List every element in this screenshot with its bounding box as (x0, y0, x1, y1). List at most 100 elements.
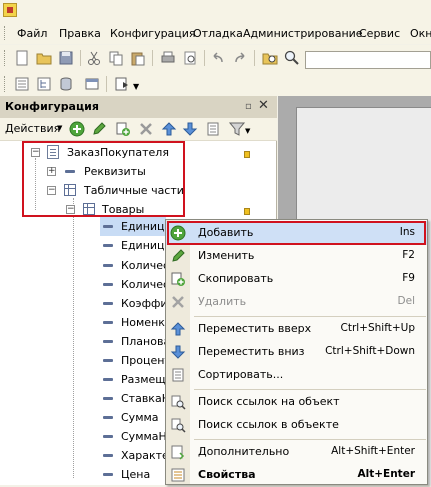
window-icon[interactable] (84, 76, 100, 92)
database-icon[interactable] (58, 76, 74, 92)
copy-icon[interactable] (115, 121, 131, 137)
tree-item-attribute[interactable]: Коэффи (100, 294, 168, 313)
menu-item-shortcut: Ctrl+Shift+Up (340, 322, 416, 334)
more-icon (171, 445, 185, 460)
tree-item-attribute[interactable]: Характе (100, 446, 169, 465)
menu-debug[interactable]: Отладка (193, 27, 243, 40)
tree-item-attribute[interactable]: Планова (100, 332, 170, 351)
pencil-icon[interactable] (91, 121, 107, 137)
tree-item-label: Планова (121, 335, 171, 348)
tree-item-attribute[interactable]: Количес (100, 275, 170, 294)
delete-icon[interactable] (138, 121, 154, 137)
tree-item-label: Единица (121, 239, 172, 252)
undo-icon[interactable] (210, 50, 226, 66)
toolbar-grip[interactable] (4, 76, 7, 92)
toolbar-separator (106, 76, 107, 92)
filter-icon[interactable] (229, 121, 245, 137)
add-icon[interactable] (69, 121, 85, 137)
panel-title: Конфигурация (5, 100, 99, 113)
menu-service[interactable]: Сервис (359, 27, 400, 40)
tree-item-attribute[interactable]: СуммаН (100, 427, 167, 446)
menu-item-delete[interactable]: Удалить Del (166, 290, 427, 314)
tree-item-label: Количес (121, 278, 170, 291)
attribute-icon (103, 378, 113, 381)
lock-icon (244, 208, 250, 215)
tree-item-attribute[interactable]: Единица (100, 236, 171, 255)
arrow-down-icon (170, 345, 186, 359)
arrow-down-icon[interactable] (182, 121, 198, 137)
tree-item-label: Коэффи (121, 297, 168, 310)
menu-file[interactable]: Файл (17, 27, 47, 40)
tree-item-attribute[interactable]: Единица (100, 217, 171, 236)
menu-item-move-up[interactable]: Переместить вверх Ctrl+Shift+Up (166, 317, 427, 341)
attribute-icon (103, 416, 113, 419)
print-icon[interactable] (160, 50, 176, 66)
pencil-icon (172, 249, 185, 262)
menu-item-sort[interactable]: Сортировать... (166, 363, 427, 387)
pin-icon[interactable]: ▫ (245, 101, 252, 112)
tree-item-attribute[interactable]: Номенк. (100, 313, 168, 332)
new-file-icon[interactable] (14, 50, 30, 66)
menu-item-edit[interactable]: Изменить F2 (166, 244, 427, 268)
sort-icon[interactable] (205, 121, 221, 137)
menu-item-properties[interactable]: Свойства Alt+Enter (166, 463, 427, 487)
title-bar (0, 0, 431, 23)
tree-item-attribute[interactable]: Цена (100, 465, 166, 484)
attribute-icon (103, 244, 113, 247)
tree-item-attribute[interactable]: Процент (100, 351, 171, 370)
actions-menu[interactable]: Действия (5, 122, 60, 135)
lock-icon (244, 151, 250, 158)
tree-item-attribute[interactable]: Количес (100, 256, 170, 275)
menu-item-label: Скопировать (198, 272, 274, 285)
menu-item-label: Свойства (198, 468, 256, 481)
close-icon[interactable]: ✕ (258, 98, 269, 113)
menu-item-copy[interactable]: Скопировать F9 (166, 267, 427, 291)
tree-item-label: Количес (121, 259, 170, 272)
cut-icon[interactable] (86, 50, 102, 66)
menu-grip[interactable] (4, 26, 7, 40)
find-in-folder-icon[interactable] (262, 50, 278, 66)
search-input[interactable] (305, 51, 431, 69)
menu-item-find-refs-to-object[interactable]: Поиск ссылок на объект (166, 390, 427, 414)
menu-edit[interactable]: Правка (59, 27, 101, 40)
run-icon[interactable] (114, 76, 130, 92)
app-logo-icon (3, 3, 17, 17)
attribute-icon (103, 454, 113, 457)
save-icon[interactable] (58, 50, 74, 66)
menu-item-shortcut: F9 (402, 272, 415, 284)
attribute-icon (103, 225, 113, 228)
menu-item-find-refs-in-object[interactable]: Поиск ссылок в объекте (166, 413, 427, 437)
tree-item-attribute[interactable]: Размещ (100, 370, 166, 389)
search-icon[interactable] (284, 50, 300, 66)
tree-item-label: Сумма (121, 411, 159, 424)
config-tree-icon[interactable] (36, 76, 52, 92)
menu-item-move-down[interactable]: Переместить вниз Ctrl+Shift+Down (166, 340, 427, 364)
menu-configuration[interactable]: Конфигурация (110, 27, 196, 40)
context-menu: Добавить Ins Изменить F2 Скопировать F9 … (165, 219, 428, 485)
tree-item-label: СуммаН (121, 430, 167, 443)
find-refs-icon (171, 395, 186, 410)
attribute-icon (103, 397, 113, 400)
menu-window[interactable]: Окн (410, 27, 431, 40)
paste-icon[interactable] (130, 50, 146, 66)
configuration-toolbar: ▼ (0, 71, 431, 96)
menu-administration[interactable]: Администрирование (243, 27, 363, 40)
menu-item-shortcut: F2 (402, 249, 415, 261)
config-window-icon[interactable] (14, 76, 30, 92)
open-folder-icon[interactable] (36, 50, 52, 66)
tree-item-label: СтавкаН (121, 392, 170, 405)
copy-icon[interactable] (108, 50, 124, 66)
redo-icon[interactable] (232, 50, 248, 66)
tree-item-attribute[interactable]: СтавкаН (100, 389, 170, 408)
toolbar-grip[interactable] (4, 50, 7, 66)
chevron-down-icon[interactable]: ▼ (57, 124, 62, 132)
tree-item-label: Единица (121, 220, 172, 233)
print-preview-icon[interactable] (182, 50, 198, 66)
menu-item-more[interactable]: Дополнительно Alt+Shift+Enter (166, 440, 427, 464)
chevron-down-icon[interactable]: ▼ (133, 82, 139, 91)
panel-toolbar: Действия ▼ ▼ (0, 118, 277, 141)
arrow-up-icon[interactable] (161, 121, 177, 137)
chevron-down-icon[interactable]: ▼ (245, 127, 250, 135)
tree-item-attribute[interactable]: Сумма (100, 408, 166, 427)
attribute-icon (103, 302, 113, 305)
